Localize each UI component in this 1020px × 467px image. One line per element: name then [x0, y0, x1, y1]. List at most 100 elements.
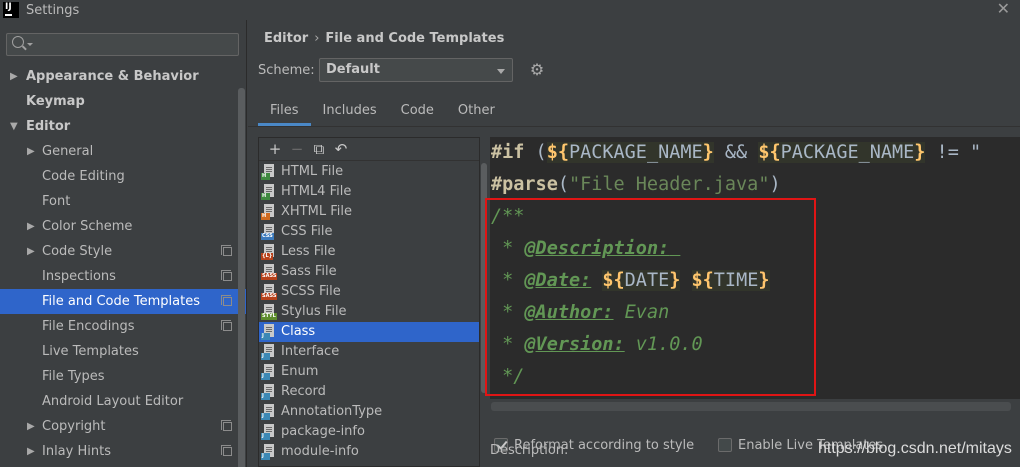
template-name: HTML File — [281, 164, 344, 179]
scheme-dropdown[interactable]: Default — [319, 58, 513, 82]
code-line: #if (${PACKAGE_NAME} && ${PACKAGE_NAME} … — [491, 142, 982, 163]
template-list-item[interactable]: SASS SCSS File — [259, 282, 479, 302]
sidebar-item-code-editing[interactable]: Code Editing — [0, 164, 246, 189]
file-template-icon: H — [261, 184, 277, 200]
tab-divider — [248, 126, 1020, 127]
sidebar-item-font[interactable]: Font — [0, 189, 246, 214]
template-name: Stylus File — [281, 304, 347, 319]
sidebar-item-file-encodings[interactable]: File Encodings — [0, 314, 246, 339]
template-name: HTML4 File — [281, 184, 352, 199]
sidebar-item-live-templates[interactable]: Live Templates — [0, 339, 246, 364]
template-name: Interface — [281, 344, 340, 359]
file-template-icon: J — [261, 364, 277, 380]
gear-icon[interactable]: ⚙ — [528, 61, 546, 79]
copy-template-button[interactable]: ⧉ — [308, 138, 330, 160]
template-list-item[interactable]: SASS Sass File — [259, 262, 479, 282]
expand-arrow-icon[interactable]: ▶ — [27, 239, 35, 264]
template-name: XHTML File — [281, 204, 352, 219]
sidebar-item-keymap[interactable]: Keymap — [0, 89, 246, 114]
expand-arrow-icon[interactable]: ▶ — [10, 64, 18, 89]
template-name: SCSS File — [281, 284, 341, 299]
file-template-icon: STYL — [261, 304, 277, 320]
file-template-icon: H — [261, 164, 277, 180]
template-name: AnnotationType — [281, 404, 383, 419]
scheme-label: Scheme: — [258, 63, 315, 78]
sidebar-scrollbar[interactable] — [238, 88, 245, 467]
template-name: Record — [281, 384, 326, 399]
close-icon[interactable]: ✕ — [997, 0, 1010, 18]
intellij-icon: IJ — [3, 2, 19, 18]
sidebar-item-file-types[interactable]: File Types — [0, 364, 246, 389]
file-template-icon: J — [261, 384, 277, 400]
template-name: Sass File — [281, 264, 337, 279]
file-template-icon: J — [261, 324, 277, 340]
expand-arrow-icon[interactable]: ▶ — [27, 214, 35, 239]
settings-tree: ▶ Appearance & Behavior Keymap ▼ Editor … — [0, 64, 246, 464]
template-list-item[interactable]: {L} Less File — [259, 242, 479, 262]
sidebar-item-appearance-behavior[interactable]: ▶ Appearance & Behavior — [0, 64, 246, 89]
template-name: package-info — [281, 424, 365, 439]
template-name: Class — [281, 324, 316, 339]
sidebar-item-file-and-code-templates[interactable]: File and Code Templates — [0, 289, 246, 314]
sidebar-item-general[interactable]: ▶ General — [0, 139, 246, 164]
title-bar: IJ Settings ✕ — [0, 0, 1020, 20]
window-title: Settings — [26, 2, 80, 18]
template-list-panel: + − ⧉ ↶ H HTML File H HTML4 File H XHTML File… — [258, 137, 487, 467]
file-template-icon: CSS — [261, 224, 277, 240]
sidebar-item-inspections[interactable]: Inspections — [0, 264, 246, 289]
search-options-caret-icon[interactable] — [27, 43, 33, 46]
template-name: Enum — [281, 364, 319, 379]
sidebar-item-inlay-hints[interactable]: ▶ Inlay Hints — [0, 439, 246, 464]
tab-code[interactable]: Code — [389, 98, 446, 126]
file-template-icon: SASS — [261, 284, 278, 300]
project-copy-icon — [221, 445, 232, 456]
expand-arrow-icon[interactable]: ▶ — [27, 414, 35, 439]
sidebar-item-copyright[interactable]: ▶ Copyright — [0, 414, 246, 439]
file-template-icon: J — [261, 344, 277, 360]
template-list-item[interactable]: H HTML File — [259, 162, 479, 182]
live-templates-checkbox[interactable] — [718, 438, 732, 452]
tab-files[interactable]: Files — [258, 98, 311, 126]
sidebar-item-code-style[interactable]: ▶ Code Style — [0, 239, 246, 264]
tab-other[interactable]: Other — [446, 98, 507, 126]
template-tabs: Files Includes Code Other — [258, 98, 507, 126]
template-list-item[interactable]: Jmodule-info — [259, 442, 479, 462]
sidebar-item-editor[interactable]: ▼ Editor — [0, 114, 246, 139]
template-list-item[interactable]: J AnnotationType — [259, 402, 479, 422]
template-list-item[interactable]: J Class — [259, 322, 479, 342]
template-list-item[interactable]: H HTML4 File — [259, 182, 479, 202]
template-list-item[interactable]: H XHTML File — [259, 202, 479, 222]
project-copy-icon — [221, 420, 232, 431]
template-name: Less File — [281, 244, 336, 259]
tab-includes[interactable]: Includes — [311, 98, 389, 126]
template-toolbar: + − ⧉ ↶ — [259, 138, 479, 161]
breadcrumb-editor[interactable]: Editor — [264, 31, 308, 46]
template-list-item[interactable]: J Record — [259, 382, 479, 402]
template-list-item[interactable]: J Interface — [259, 342, 479, 362]
project-copy-icon — [221, 270, 232, 281]
annotation-highlight-box — [485, 198, 816, 396]
watermark-text: https://blog.csdn.net/mitays — [818, 440, 1012, 457]
expand-arrow-icon[interactable]: ▶ — [27, 439, 35, 464]
reset-template-button[interactable]: ↶ — [330, 138, 352, 160]
editor-horizontal-scrollbar[interactable] — [491, 402, 1011, 411]
add-template-button[interactable]: + — [264, 138, 286, 160]
settings-search-input[interactable] — [6, 33, 239, 56]
template-list-item[interactable]: STYL Stylus File — [259, 302, 479, 322]
file-template-icon: J — [261, 444, 277, 460]
template-list-item[interactable]: J Enum — [259, 362, 479, 382]
template-list-item[interactable]: Jpackage-info — [259, 422, 479, 442]
template-list-item[interactable]: CSS CSS File — [259, 222, 479, 242]
breadcrumb-separator: › — [314, 31, 320, 46]
settings-sidebar: ▶ Appearance & Behavior Keymap ▼ Editor … — [0, 20, 247, 467]
file-template-icon: J — [261, 404, 277, 420]
sidebar-item-android-layout-editor[interactable]: Android Layout Editor — [0, 389, 246, 414]
expand-arrow-icon[interactable]: ▶ — [27, 139, 35, 164]
remove-template-button[interactable]: − — [286, 138, 308, 160]
collapse-arrow-icon[interactable]: ▼ — [10, 114, 18, 139]
file-template-icon: J — [261, 424, 277, 440]
project-copy-icon — [221, 320, 232, 331]
sidebar-item-color-scheme[interactable]: ▶ Color Scheme — [0, 214, 246, 239]
project-copy-icon — [221, 295, 232, 306]
description-label: Description: — [490, 443, 569, 458]
